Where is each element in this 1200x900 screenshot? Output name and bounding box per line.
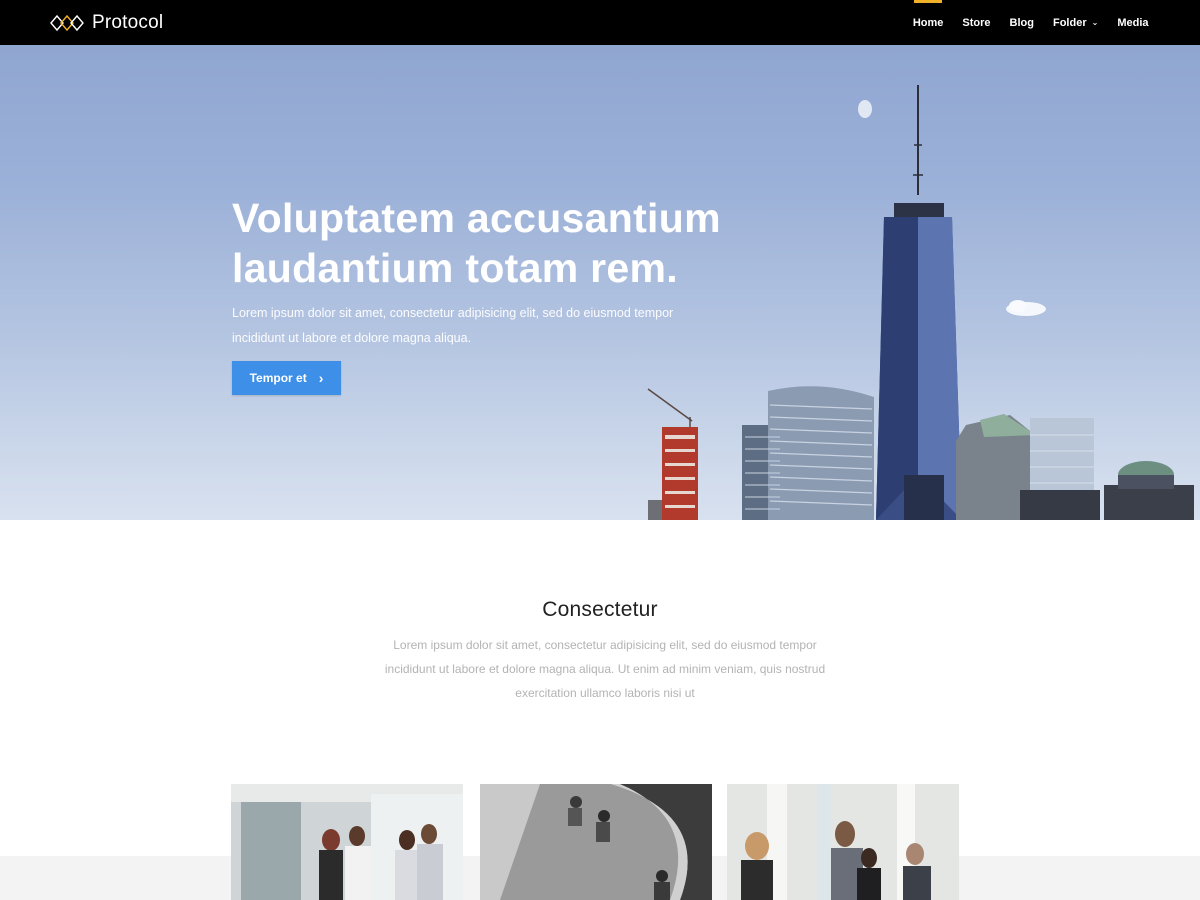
chevron-down-icon: ⌄	[1091, 18, 1099, 27]
nav-home-label: Home	[912, 16, 944, 29]
section-description-line-3: exercitation ullamco laboris nisi ut	[515, 686, 695, 700]
logo-icon	[50, 14, 84, 32]
section-description: Lorem ipsum dolor sit amet, consectetur …	[370, 633, 840, 705]
business-people-photo	[727, 784, 959, 900]
hero-cta-button[interactable]: Tempor et ›	[232, 361, 341, 395]
hero-description-line-2: incididunt ut labore et dolore magna ali…	[232, 331, 472, 345]
office-meeting-photo	[231, 784, 463, 900]
hero-description-line-1: Lorem ipsum dolor sit amet, consectetur …	[232, 306, 674, 320]
section-title: Consectetur	[542, 598, 658, 621]
hero-description: Lorem ipsum dolor sit amet, consectetur …	[232, 301, 712, 351]
brand-logo[interactable]: Protocol	[50, 10, 163, 36]
hero-title: Voluptatem accusantium laudantium totam …	[232, 193, 832, 293]
nav-store-label: Store	[962, 16, 991, 29]
site-header: Protocol Home Store Blog Folder ⌄ Media	[0, 0, 1200, 45]
hero-section: Voluptatem accusantium laudantium totam …	[0, 45, 1200, 520]
nav-folder[interactable]: Folder ⌄	[1043, 0, 1107, 45]
section-description-line-1: Lorem ipsum dolor sit amet, consectetur …	[393, 638, 817, 652]
hero-title-line-1: Voluptatem accusantium	[232, 195, 721, 241]
feature-card-image-3[interactable]	[727, 784, 959, 900]
hero-title-line-2: laudantium totam rem.	[232, 245, 678, 291]
nav-store[interactable]: Store	[953, 0, 1000, 45]
brand-name: Protocol	[92, 12, 164, 33]
section-description-line-2: incididunt ut labore et dolore magna ali…	[384, 662, 826, 676]
nav-folder-label: Folder	[1052, 16, 1087, 29]
nav-blog[interactable]: Blog	[1000, 0, 1043, 45]
main-nav: Home Store Blog Folder ⌄ Media	[903, 0, 1158, 45]
feature-card-image-1[interactable]	[231, 784, 463, 900]
aerial-walkway-photo	[480, 784, 712, 900]
feature-card-image-2[interactable]	[480, 784, 712, 900]
nav-blog-label: Blog	[1009, 16, 1034, 29]
nav-media[interactable]: Media	[1108, 0, 1158, 45]
hero-cta-label: Tempor et	[249, 371, 307, 385]
chevron-right-icon: ›	[318, 370, 324, 386]
nav-media-label: Media	[1117, 16, 1149, 29]
nav-home[interactable]: Home	[903, 0, 953, 45]
